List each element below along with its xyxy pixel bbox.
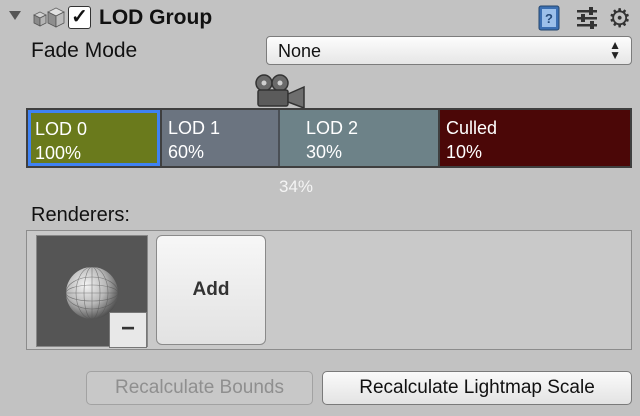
enabled-checkbox[interactable]: ✓	[68, 6, 91, 29]
lod-segment-percent: 30%	[306, 142, 343, 162]
renderer-thumbnail[interactable]: −	[36, 235, 148, 348]
renderers-panel: − Add	[26, 230, 632, 350]
gear-icon[interactable]: ⚙	[608, 5, 636, 31]
fade-mode-value: None	[278, 41, 322, 61]
lod-segment-label: LOD 2	[306, 118, 359, 138]
component-cubes-icon	[33, 7, 65, 28]
camera-position-line[interactable]	[278, 110, 280, 166]
recalculate-lightmap-scale-button[interactable]: Recalculate Lightmap Scale	[322, 371, 632, 405]
lod-segment-2[interactable]: LOD 2 30%	[280, 110, 438, 166]
help-book-icon[interactable]: ?	[537, 5, 561, 31]
lod-segment-label: Culled	[446, 118, 498, 138]
add-renderer-button[interactable]: Add	[156, 235, 266, 345]
lod-segment-culled[interactable]: Culled 10%	[440, 110, 630, 166]
lod-segment-1[interactable]: LOD 1 60%	[162, 110, 278, 166]
camera-percent: 34%	[279, 177, 314, 196]
lod-segment-percent: 100%	[35, 143, 82, 163]
component-title: LOD Group	[99, 6, 213, 29]
lod-segment-label: LOD 1	[168, 118, 221, 138]
renderers-label: Renderers:	[31, 204, 130, 226]
lod-segment-0[interactable]: LOD 0 100%	[28, 110, 160, 166]
foldout-triangle-icon[interactable]	[9, 11, 21, 20]
lod-segment-label: LOD 0	[35, 119, 88, 139]
preset-sliders-icon[interactable]	[575, 6, 599, 30]
lod-segment-percent: 60%	[168, 142, 205, 162]
fade-mode-label: Fade Mode	[31, 39, 138, 62]
fade-mode-dropdown[interactable]: None ▲ ▼	[266, 36, 632, 65]
recalculate-bounds-button[interactable]: Recalculate Bounds	[86, 371, 313, 405]
lod-segment-percent: 10%	[446, 142, 483, 162]
svg-text:?: ?	[545, 11, 553, 26]
lod-bar: LOD 0 100% LOD 1 60% LOD 2 30% Culled 10…	[26, 108, 632, 168]
camera-icon[interactable]	[250, 74, 310, 110]
remove-renderer-button[interactable]: −	[109, 312, 147, 348]
dropdown-arrows-icon: ▲ ▼	[609, 38, 621, 62]
